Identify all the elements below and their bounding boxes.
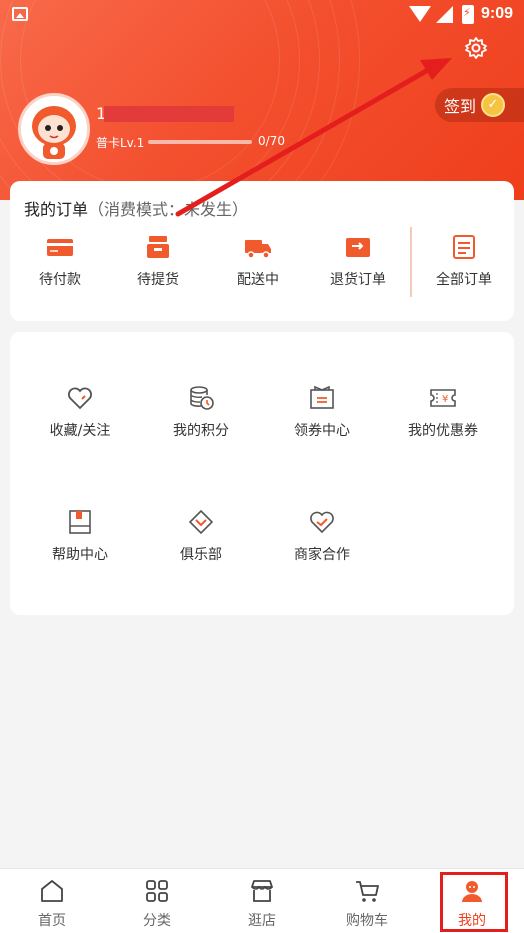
handshake-heart-icon [308, 508, 336, 536]
feature-merchant-cooperation[interactable]: 商家合作 [262, 508, 382, 564]
features-card: 收藏/关注 我的积分 领券中心 ¥ 我的优惠券 帮助中心 俱乐部 商家合作 [10, 332, 514, 615]
svg-text:¥: ¥ [442, 394, 448, 405]
feature-label: 俱乐部 [180, 547, 222, 563]
coupon-book-icon [308, 384, 336, 412]
wallet-return-icon [343, 233, 373, 261]
battery-charging-icon [462, 5, 474, 24]
member-level: 普卡Lv.1 [96, 136, 145, 150]
status-bar: 9:09 [0, 0, 524, 30]
nav-label: 购物车 [346, 913, 388, 929]
wifi-icon [409, 6, 431, 22]
nav-label: 首页 [38, 913, 66, 929]
nav-home[interactable]: 首页 [0, 869, 104, 933]
store-icon [249, 878, 275, 904]
level-points: 0/70 [258, 134, 285, 148]
yen-ticket-icon: ¥ [429, 384, 457, 412]
list-icon [449, 233, 479, 261]
order-in-delivery[interactable]: 配送中 [208, 233, 308, 289]
card-icon [45, 233, 75, 261]
order-item-label: 全部订单 [436, 272, 492, 288]
feature-label: 我的积分 [173, 423, 229, 439]
level-progress-bar [148, 140, 252, 144]
redacted-phone-number [104, 106, 234, 122]
order-item-label: 待提货 [137, 272, 179, 288]
feature-label: 收藏/关注 [49, 423, 111, 439]
order-pending-payment[interactable]: 待付款 [10, 233, 110, 289]
feature-favorites[interactable]: 收藏/关注 [20, 384, 140, 440]
feature-label: 帮助中心 [52, 547, 108, 563]
feature-points[interactable]: 我的积分 [141, 384, 261, 440]
nav-mine-highlight-box [440, 872, 508, 932]
feature-club[interactable]: 俱乐部 [141, 508, 261, 564]
cart-icon [354, 878, 380, 904]
orders-title[interactable]: 我的订单（消费模式：未发生） [24, 196, 248, 220]
order-item-label: 退货订单 [330, 272, 386, 288]
diamond-icon [187, 508, 215, 536]
truck-icon [243, 233, 273, 261]
signin-button[interactable]: 签到 ✓ [435, 88, 524, 122]
nav-cart[interactable]: 购物车 [315, 869, 419, 933]
feature-label: 商家合作 [294, 547, 350, 563]
nav-label: 逛店 [248, 913, 276, 929]
order-returns[interactable]: 退货订单 [308, 233, 408, 289]
status-time: 9:09 [481, 5, 514, 22]
package-icon [143, 233, 173, 261]
settings-gear-icon[interactable] [463, 35, 489, 61]
username: 1 [96, 104, 234, 124]
orders-divider [410, 227, 412, 297]
order-item-label: 待付款 [39, 272, 81, 288]
avatar[interactable] [18, 93, 90, 165]
mascot-icon [32, 106, 76, 159]
help-book-icon [66, 508, 94, 536]
signal-icon [436, 6, 453, 23]
home-icon [39, 878, 65, 904]
feature-help-center[interactable]: 帮助中心 [20, 508, 140, 564]
nav-label: 分类 [143, 913, 171, 929]
order-pending-pickup[interactable]: 待提货 [108, 233, 208, 289]
feature-label: 我的优惠券 [408, 423, 478, 439]
order-all[interactable]: 全部订单 [414, 233, 514, 289]
orders-card: 我的订单（消费模式：未发生） 待付款 待提货 配送中 退货订单 全部订单 [10, 181, 514, 321]
order-item-label: 配送中 [237, 272, 279, 288]
feature-my-coupons[interactable]: ¥ 我的优惠券 [383, 384, 503, 440]
nav-store[interactable]: 逛店 [210, 869, 314, 933]
signin-check-icon: ✓ [481, 93, 505, 117]
gallery-notification-icon [12, 7, 28, 21]
coins-icon [187, 384, 215, 412]
orders-title-label: 我的订单 [24, 200, 89, 219]
feature-coupon-center[interactable]: 领券中心 [262, 384, 382, 440]
grid-icon [144, 878, 170, 904]
feature-label: 领券中心 [294, 423, 350, 439]
nav-category[interactable]: 分类 [105, 869, 209, 933]
signin-label: 签到 [444, 97, 477, 116]
heart-icon [66, 384, 94, 412]
orders-subtitle: （消费模式：未发生） [88, 200, 249, 219]
